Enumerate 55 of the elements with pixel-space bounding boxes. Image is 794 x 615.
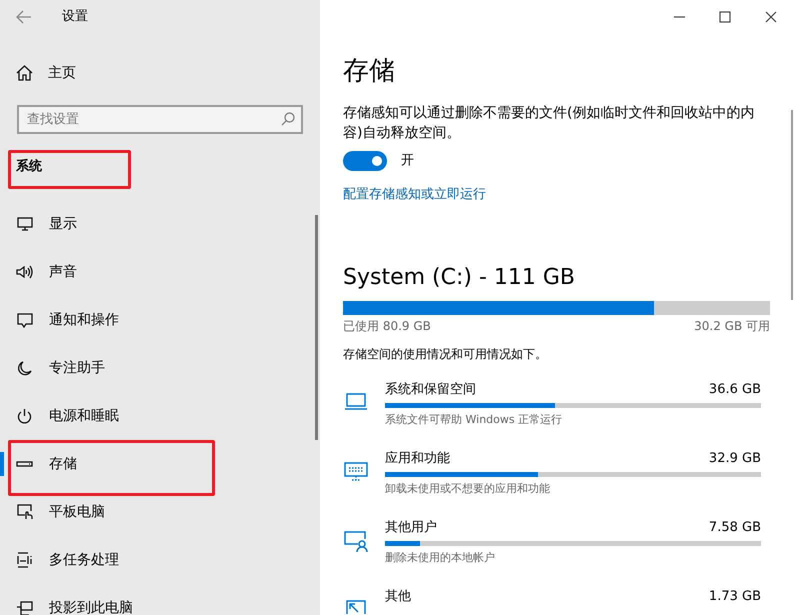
category-hint: 系统文件可帮助 Windows 正常运行 <box>385 412 564 428</box>
power-icon <box>16 408 33 424</box>
sidebar-item[interactable]: 专注助手 <box>49 358 105 378</box>
sidebar-item[interactable]: 多任务处理 <box>49 550 119 570</box>
tablet-icon <box>16 504 33 520</box>
category-size: 7.58 GB <box>708 519 761 537</box>
home-icon <box>16 65 33 81</box>
category-item[interactable]: 其他 1.73 GB <box>343 588 772 615</box>
keyboard-icon <box>343 462 369 484</box>
speech-bubble-icon <box>16 312 33 328</box>
back-icon[interactable] <box>16 10 32 24</box>
sidebar-item[interactable]: 显示 <box>49 214 77 234</box>
category-size: 36.6 GB <box>708 381 761 399</box>
category-name: 系统和保留空间 <box>385 381 476 399</box>
category-name: 其他用户 <box>385 519 437 537</box>
display-icon <box>16 217 33 231</box>
category-hint: 卸载未使用或不想要的应用和功能 <box>385 481 551 497</box>
search-icon <box>281 112 295 126</box>
category-name: 应用和功能 <box>385 450 450 468</box>
maximize-icon <box>719 10 731 22</box>
drive-icon <box>16 461 33 467</box>
category-name: 其他 <box>385 588 411 606</box>
speaker-icon <box>16 265 33 279</box>
description: 存储感知可以通过删除不需要的文件(例如临时文件和回收站中的内容)自动释放空间。 <box>343 104 756 143</box>
category-item[interactable]: 系统和保留空间 36.6 GB 系统文件可帮助 Windows 正常运行 <box>343 381 772 450</box>
toggle-label: 开 <box>401 152 414 170</box>
multitask-icon <box>16 552 33 568</box>
sidebar-item[interactable]: 通知和操作 <box>49 310 119 330</box>
category-item[interactable]: 应用和功能 32.9 GB 卸载未使用或不想要的应用和功能 <box>343 450 772 519</box>
settings-link[interactable]: 配置存储感知或立即运行 <box>343 185 486 204</box>
toggle-switch[interactable] <box>343 151 387 171</box>
user-screen-icon <box>343 531 369 553</box>
sidebar-item[interactable]: 电源和睡眠 <box>49 406 119 426</box>
sidebar-item[interactable]: 存储 <box>49 454 77 474</box>
scrollbar[interactable] <box>791 110 793 300</box>
free-label: 30.2 GB 可用 <box>694 318 770 335</box>
category-size: 1.73 GB <box>708 588 761 606</box>
search-field[interactable]: 查找设置 <box>17 105 303 134</box>
scrollbar[interactable] <box>315 215 318 440</box>
projector-icon <box>16 600 33 615</box>
category-item[interactable]: 其他用户 7.58 GB 删除未使用的本地帐户 <box>343 519 772 588</box>
category-size: 32.9 GB <box>708 450 761 468</box>
summary-text: 存储空间的使用情况和可用情况如下。 <box>343 346 548 363</box>
sidebar-item[interactable]: 声音 <box>49 262 77 282</box>
close-icon <box>765 10 777 22</box>
used-label: 已使用 80.9 GB <box>343 318 431 335</box>
category-hint: 删除未使用的本地帐户 <box>385 550 496 566</box>
drive-title: System (C:) - 111 GB <box>343 264 576 292</box>
page-title: 存储 <box>343 55 396 88</box>
home-link[interactable]: 主页 <box>0 49 320 97</box>
sidebar-item[interactable]: 投影到此电脑 <box>49 598 133 615</box>
section-heading: 系统 <box>16 158 42 176</box>
sidebar-item[interactable]: 平板电脑 <box>49 502 105 522</box>
window-title: 设置 <box>62 8 88 26</box>
moon-icon <box>16 360 33 376</box>
